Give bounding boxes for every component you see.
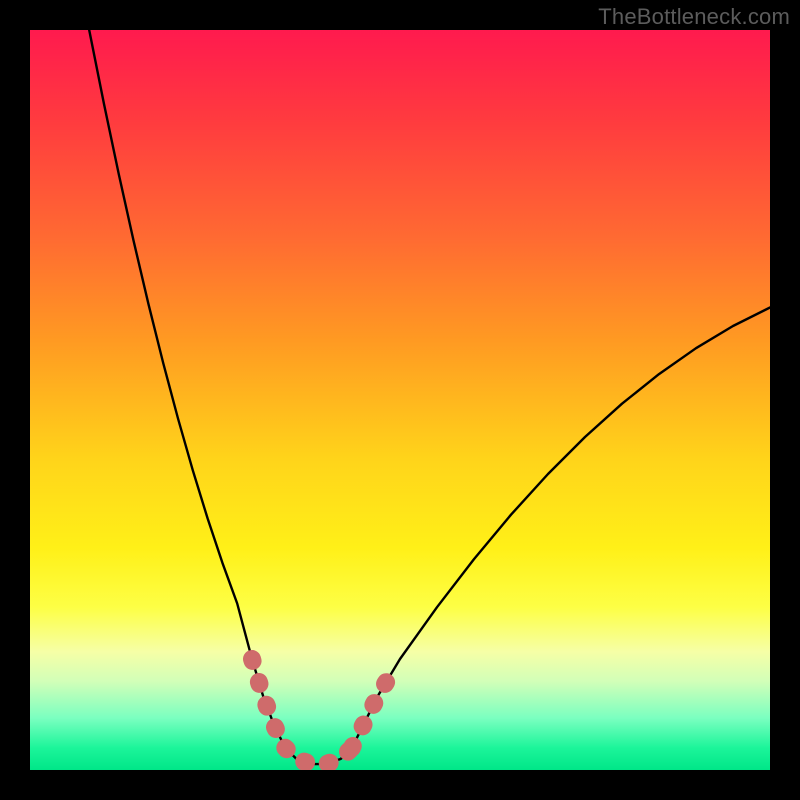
curve-left-branch	[89, 30, 285, 748]
highlight-valley-floor	[285, 748, 352, 764]
plot-area	[30, 30, 770, 770]
watermark-text: TheBottleneck.com	[598, 4, 790, 30]
curve-right-branch	[352, 308, 770, 748]
curve-layer	[30, 30, 770, 770]
chart-frame: TheBottleneck.com	[0, 0, 800, 800]
